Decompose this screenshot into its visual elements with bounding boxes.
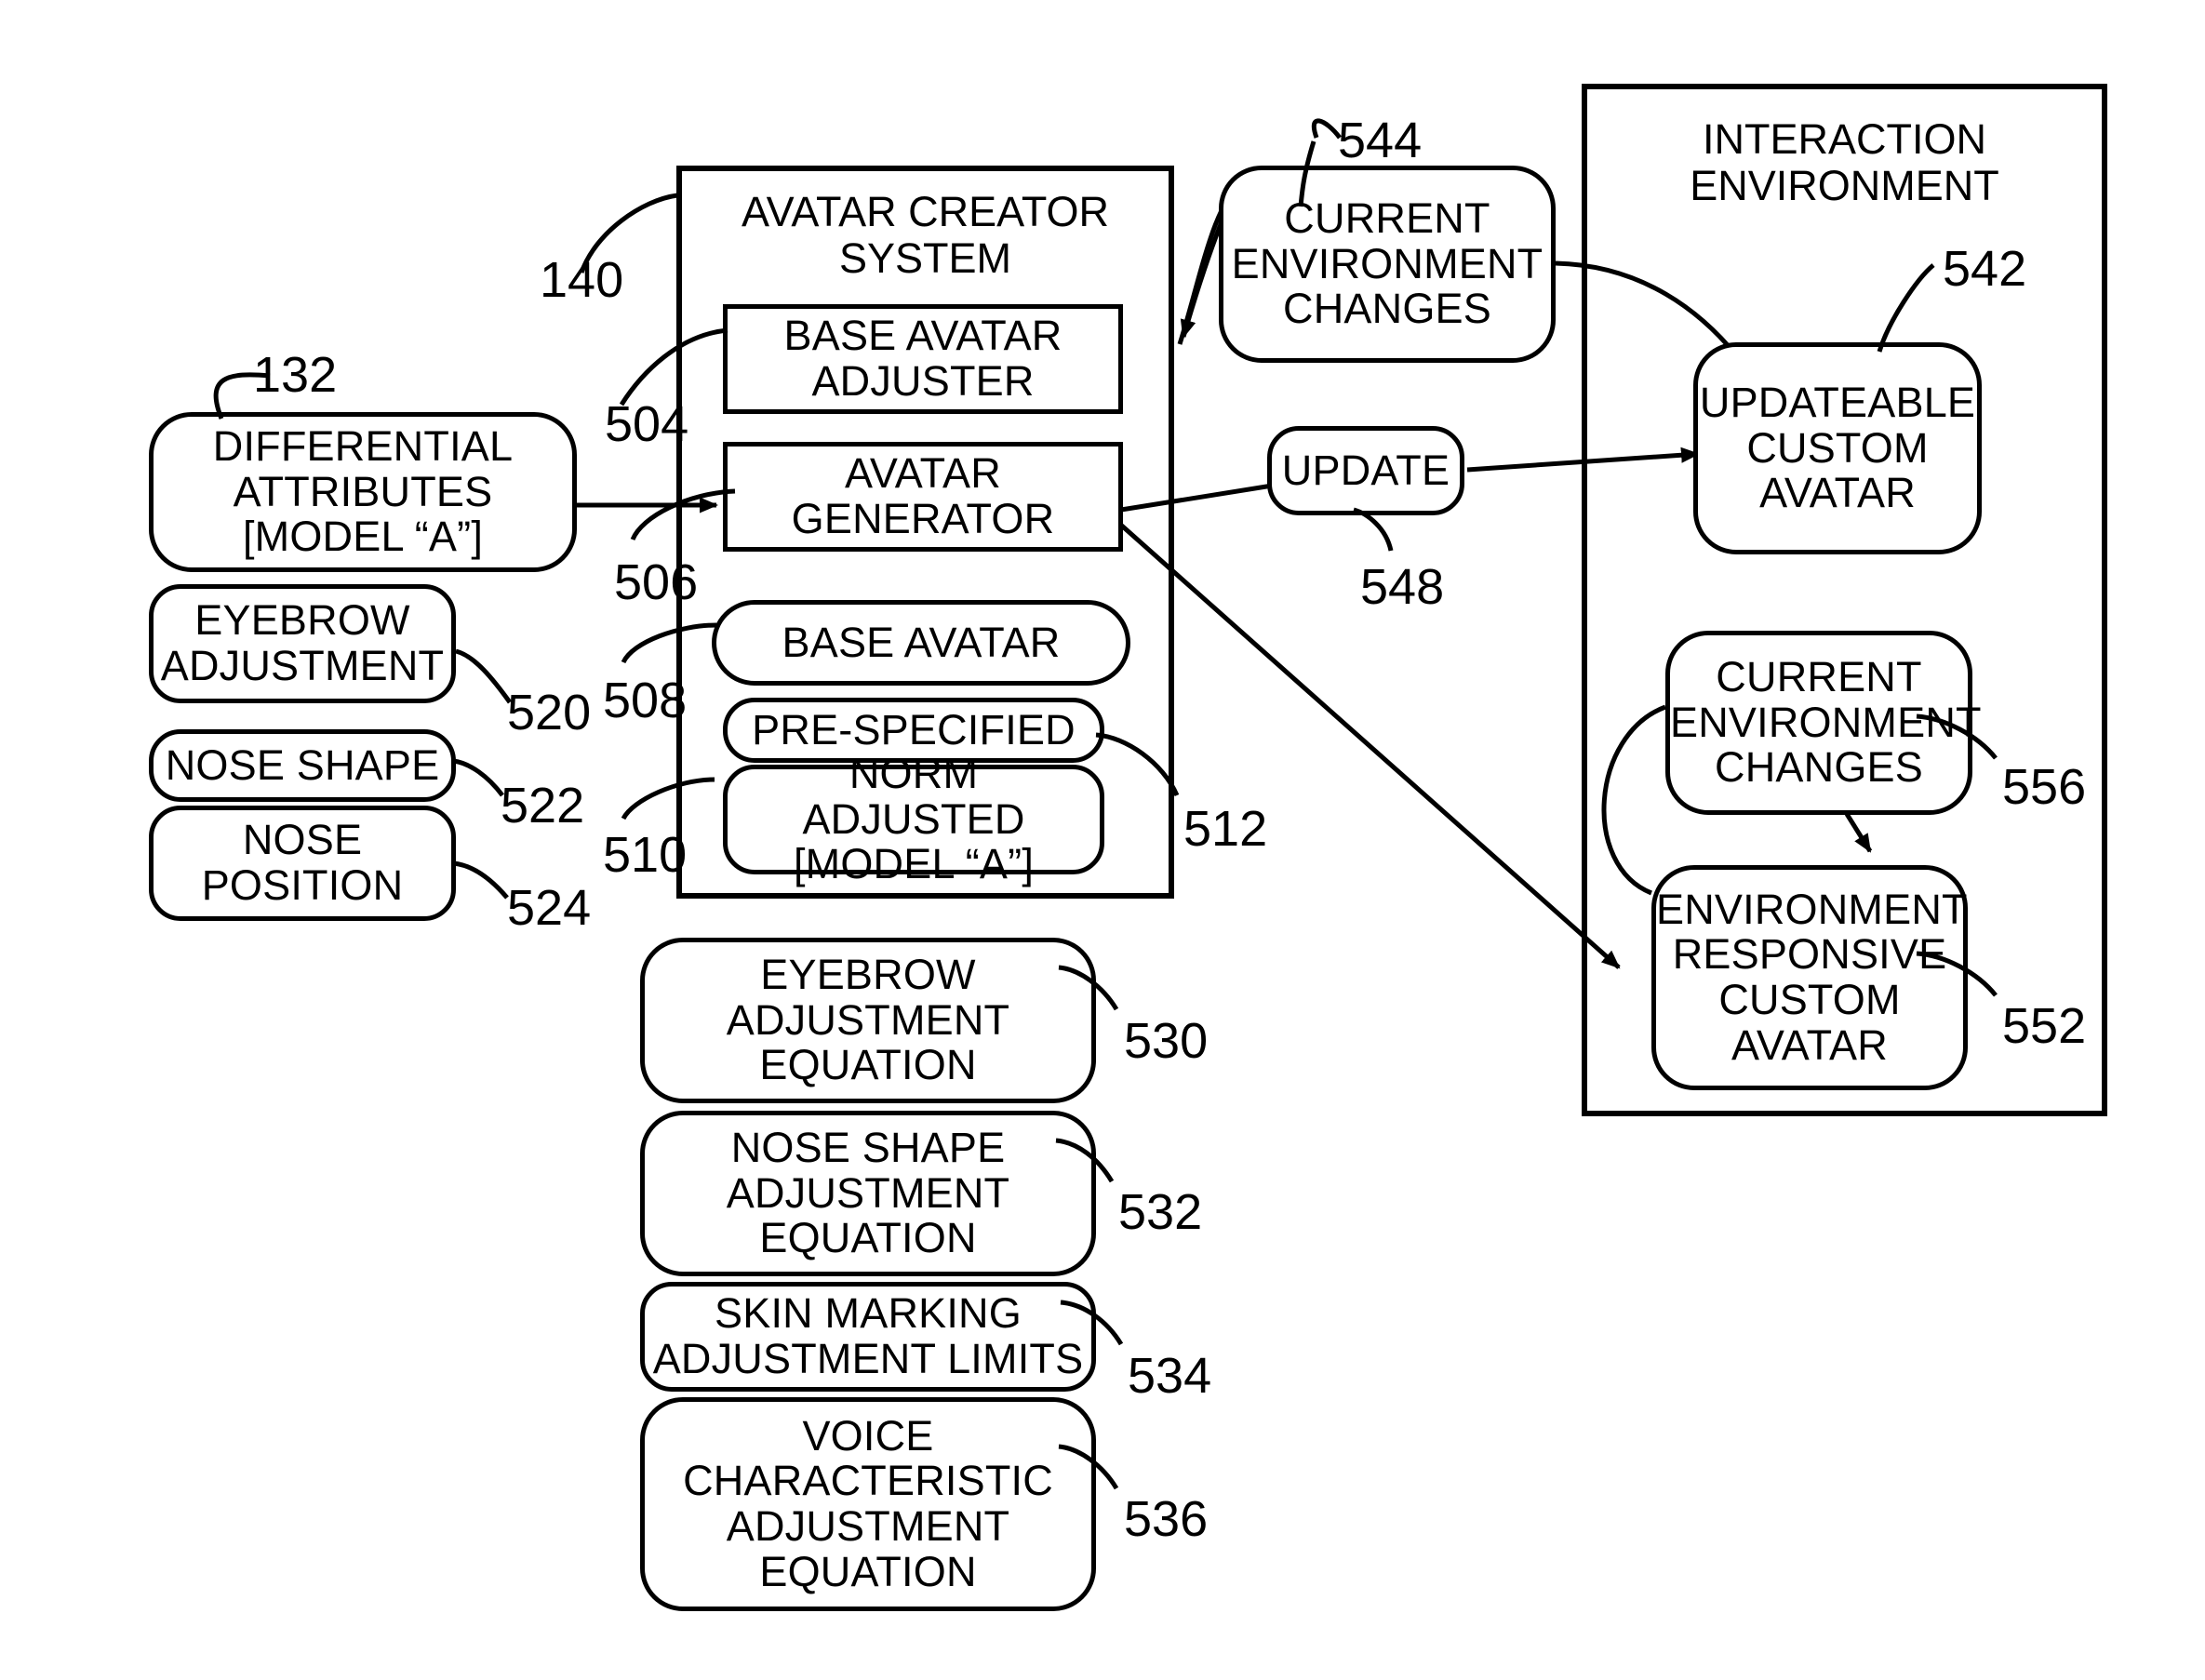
ref-556: 556 bbox=[2002, 759, 2087, 815]
current-environment-changes-env-box[interactable]: CURRENT ENVIRONMENT CHANGES bbox=[1665, 631, 1982, 815]
eyebrow-adjustment-equation-label: EYEBROW ADJUSTMENT EQUATION bbox=[726, 951, 1010, 1089]
ref-510: 510 bbox=[603, 827, 688, 883]
ref-532: 532 bbox=[1118, 1184, 1203, 1240]
patent-figure-canvas: DIFFERENTIAL ATTRIBUTES [MODEL “A”] 132 … bbox=[0, 0, 2205, 1680]
eyebrow-adjustment-label: EYEBROW ADJUSTMENT bbox=[160, 596, 445, 689]
nose-shape-adjustment-equation-label: NOSE SHAPE ADJUSTMENT EQUATION bbox=[726, 1124, 1010, 1262]
updateable-custom-avatar-label: UPDATEABLE CUSTOM AVATAR bbox=[1699, 379, 1976, 517]
differential-attributes-box[interactable]: DIFFERENTIAL ATTRIBUTES [MODEL “A”] bbox=[149, 412, 577, 572]
ref-542: 542 bbox=[1943, 241, 2027, 297]
ref-132: 132 bbox=[253, 347, 338, 403]
nose-position-label: NOSE POSITION bbox=[201, 816, 404, 909]
nose-position-box[interactable]: NOSE POSITION bbox=[149, 806, 456, 921]
ref-534: 534 bbox=[1128, 1348, 1212, 1404]
base-avatar-box[interactable]: BASE AVATAR bbox=[712, 600, 1130, 686]
ref-536: 536 bbox=[1124, 1491, 1209, 1547]
eyebrow-adjustment-box[interactable]: EYEBROW ADJUSTMENT bbox=[149, 584, 456, 703]
update-label: UPDATE bbox=[1281, 446, 1450, 494]
ref-140: 140 bbox=[540, 252, 624, 308]
ref-508: 508 bbox=[603, 673, 688, 728]
norm-adjusted-box[interactable]: NORM ADJUSTED [MODEL “A”] bbox=[723, 751, 1104, 887]
voice-characteristic-adjustment-equation-box[interactable]: VOICE CHARACTERISTIC ADJUSTMENT EQUATION bbox=[640, 1397, 1096, 1611]
update-box[interactable]: UPDATE bbox=[1267, 426, 1464, 515]
nose-shape-box[interactable]: NOSE SHAPE bbox=[149, 729, 456, 802]
current-environment-changes-env-label: CURRENT ENVIRONMENT CHANGES bbox=[1670, 653, 1982, 792]
environment-responsive-custom-avatar-label: ENVIRONMENT RESPONSIVE CUSTOM AVATAR bbox=[1656, 885, 1968, 1069]
ref-506: 506 bbox=[614, 554, 699, 610]
ref-552: 552 bbox=[2002, 998, 2087, 1054]
base-avatar-adjuster-box[interactable]: BASE AVATAR ADJUSTER bbox=[723, 304, 1123, 414]
differential-attributes-label: DIFFERENTIAL ATTRIBUTES [MODEL “A”] bbox=[212, 422, 514, 561]
base-avatar-adjuster-label: BASE AVATAR ADJUSTER bbox=[783, 312, 1062, 405]
voice-characteristic-adjustment-equation-label: VOICE CHARACTERISTIC ADJUSTMENT EQUATION bbox=[683, 1411, 1053, 1595]
current-environment-changes-input-label: CURRENT ENVIRONMENT CHANGES bbox=[1231, 194, 1544, 333]
ref-522: 522 bbox=[501, 778, 585, 833]
nose-shape-label: NOSE SHAPE bbox=[165, 740, 440, 789]
ref-530: 530 bbox=[1124, 1013, 1209, 1069]
interaction-environment-title: INTERACTION ENVIRONMENT bbox=[1690, 115, 1999, 209]
environment-responsive-custom-avatar-box[interactable]: ENVIRONMENT RESPONSIVE CUSTOM AVATAR bbox=[1651, 865, 1968, 1090]
nose-shape-adjustment-equation-box[interactable]: NOSE SHAPE ADJUSTMENT EQUATION bbox=[640, 1111, 1096, 1276]
ref-544: 544 bbox=[1338, 113, 1423, 168]
ref-520: 520 bbox=[507, 685, 592, 740]
ref-524: 524 bbox=[507, 880, 592, 936]
ref-504: 504 bbox=[605, 396, 689, 452]
skin-marking-adjustment-limits-box[interactable]: SKIN MARKING ADJUSTMENT LIMITS bbox=[640, 1282, 1096, 1392]
current-environment-changes-input-box[interactable]: CURRENT ENVIRONMENT CHANGES bbox=[1219, 166, 1556, 363]
base-avatar-label: BASE AVATAR bbox=[782, 618, 1061, 666]
avatar-generator-box[interactable]: AVATAR GENERATOR bbox=[723, 442, 1123, 552]
norm-adjusted-label: NORM ADJUSTED [MODEL “A”] bbox=[793, 750, 1035, 888]
skin-marking-adjustment-limits-label: SKIN MARKING ADJUSTMENT LIMITS bbox=[652, 1289, 1084, 1382]
ref-512: 512 bbox=[1183, 801, 1268, 857]
eyebrow-adjustment-equation-box[interactable]: EYEBROW ADJUSTMENT EQUATION bbox=[640, 938, 1096, 1103]
avatar-creator-system-title: AVATAR CREATOR SYSTEM bbox=[741, 188, 1110, 282]
ref-548: 548 bbox=[1360, 559, 1445, 615]
pre-specified-label: PRE-SPECIFIED bbox=[752, 705, 1076, 753]
updateable-custom-avatar-box[interactable]: UPDATEABLE CUSTOM AVATAR bbox=[1693, 342, 1982, 554]
avatar-generator-label: AVATAR GENERATOR bbox=[791, 449, 1055, 542]
